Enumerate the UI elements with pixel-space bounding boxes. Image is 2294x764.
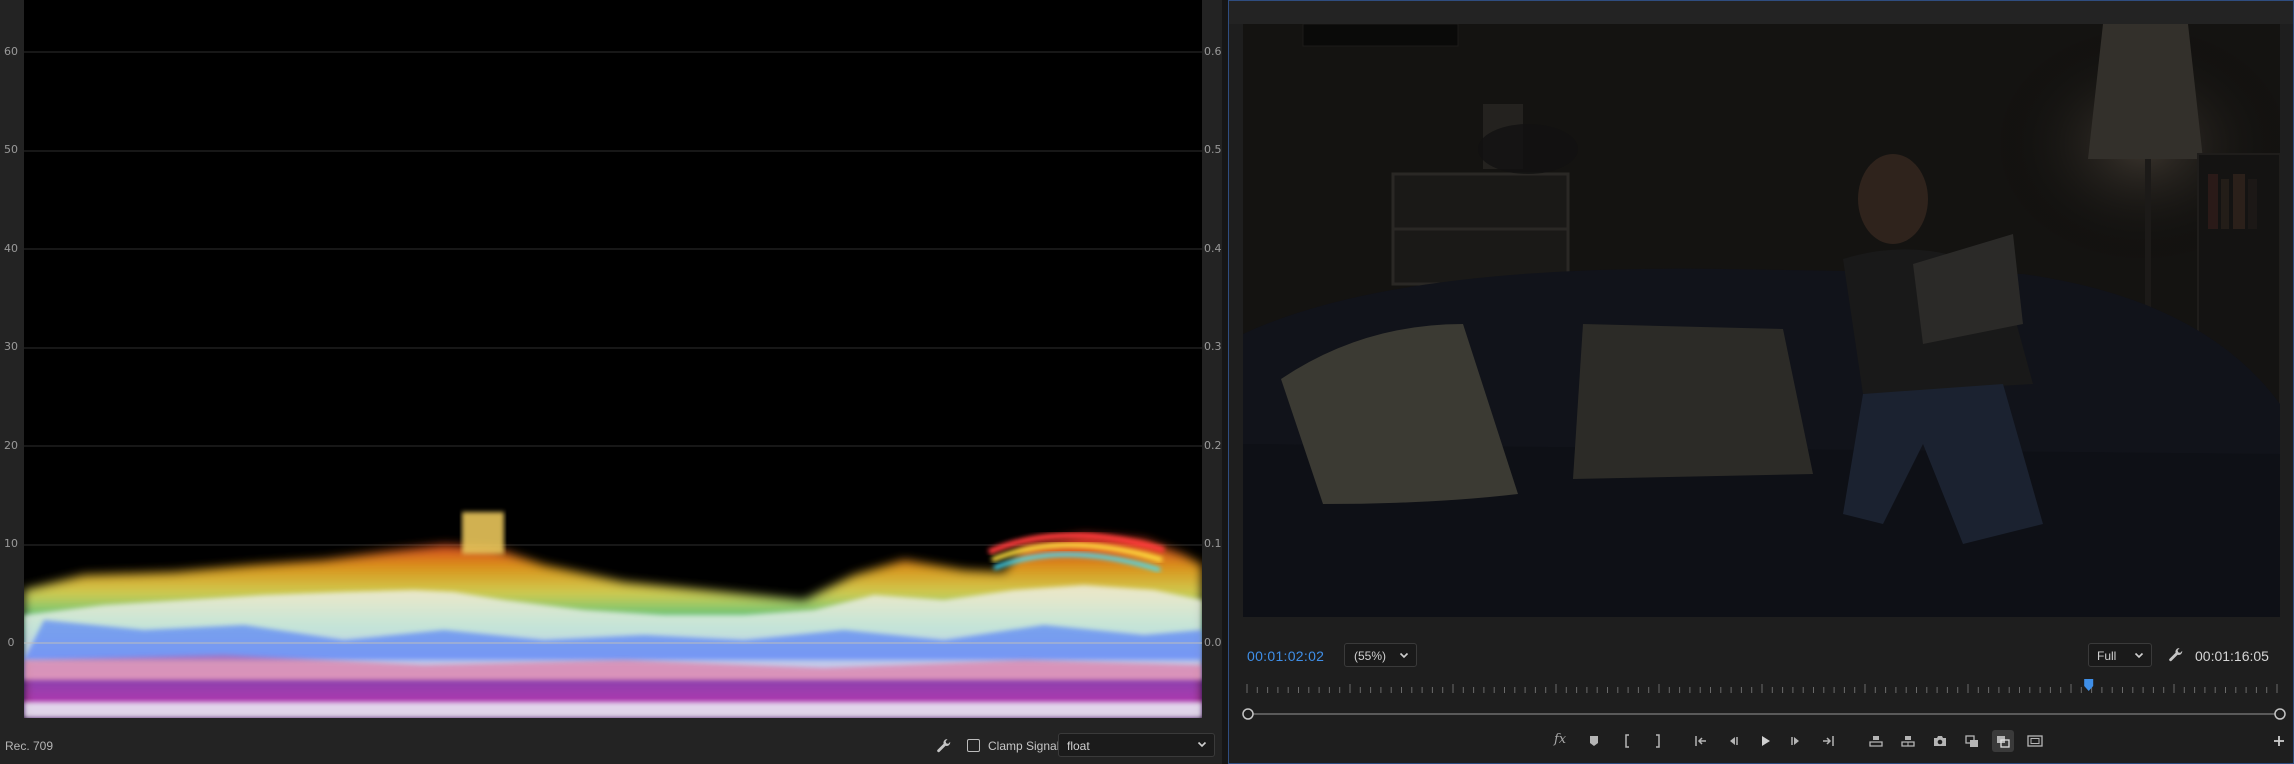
clamp-signal-checkbox[interactable]: [967, 739, 980, 752]
axis-right-label: 0.3: [1204, 340, 1222, 353]
export-frame-icon[interactable]: [1929, 730, 1951, 752]
axis-left-label: 50: [4, 143, 18, 156]
axis-right-label: 0.0: [1204, 636, 1222, 649]
wrench-icon[interactable]: [2167, 646, 2185, 664]
video-frame-image: [1243, 24, 2280, 617]
step-back-icon[interactable]: [1722, 730, 1744, 752]
scope-footer-bar: Rec. 709 Clamp Signal float: [0, 728, 1222, 764]
axis-right-label: 0.5: [1204, 143, 1222, 156]
go-to-in-icon[interactable]: [1690, 730, 1712, 752]
safe-margins-icon[interactable]: [2024, 730, 2046, 752]
play-icon[interactable]: [1754, 730, 1776, 752]
axis-left-label: 20: [4, 439, 18, 452]
axis-right-label: 0.1: [1204, 537, 1222, 550]
lift-icon[interactable]: [1865, 730, 1887, 752]
playback-resolution-dropdown[interactable]: Full: [2088, 643, 2152, 667]
program-monitor-panel: 00:01:02:02 (55%) Full 00:01:16:05 fx: [1229, 0, 2294, 764]
axis-right-label: 0.4: [1204, 242, 1222, 255]
axis-left-label: 40: [4, 242, 18, 255]
add-button-icon[interactable]: [2268, 730, 2290, 752]
comparison-view-icon[interactable]: [1961, 730, 1983, 752]
chevron-down-icon: [1399, 652, 1409, 659]
go-to-out-icon[interactable]: [1817, 730, 1839, 752]
fx-icon[interactable]: fx: [1551, 730, 1573, 752]
clamp-signal-label: Clamp Signal: [988, 739, 1060, 753]
axis-left-label: 30: [4, 340, 18, 353]
wrench-icon[interactable]: [935, 737, 953, 755]
extract-icon[interactable]: [1897, 730, 1919, 752]
mark-in-icon[interactable]: [1616, 730, 1638, 752]
waveform-trace: [24, 512, 1202, 718]
precision-dropdown[interactable]: float: [1058, 733, 1215, 757]
zoom-level-dropdown[interactable]: (55%): [1344, 643, 1417, 667]
video-preview[interactable]: [1243, 24, 2280, 617]
duration-timecode: 00:01:16:05: [2195, 648, 2269, 664]
waveform-graphic: [24, 51, 1202, 718]
axis-left-label: 60: [4, 45, 18, 58]
panel-divider[interactable]: [1222, 0, 1228, 764]
mark-out-icon[interactable]: [1647, 730, 1669, 752]
time-ruler[interactable]: [1243, 676, 2280, 696]
axis-left-label: 10: [4, 537, 18, 550]
transport-controls: fx: [1229, 726, 2294, 758]
axis-left-label: 0: [7, 636, 15, 649]
zoom-value: (55%): [1354, 649, 1387, 663]
colorspace-label: Rec. 709: [5, 739, 54, 753]
step-forward-icon[interactable]: [1785, 730, 1807, 752]
lumetri-scopes-panel: 60 50 40 30 20 10 0 0.6 0.5 0.4 0.3 0.2 …: [0, 0, 1222, 764]
waveform-scope: [24, 0, 1202, 718]
marker-icon[interactable]: [1583, 730, 1605, 752]
toggle-proxies-icon[interactable]: [1992, 730, 2014, 752]
resolution-value: Full: [2097, 649, 2117, 663]
monitor-header: [1229, 0, 2294, 24]
axis-right-label: 0.2: [1204, 439, 1222, 452]
current-timecode[interactable]: 00:01:02:02: [1247, 648, 1324, 664]
axis-right-label: 0.6: [1204, 45, 1222, 58]
chevron-down-icon: [1197, 741, 1207, 748]
zoom-scroll-bar[interactable]: [1241, 706, 2287, 722]
precision-value: float: [1067, 739, 1090, 753]
chevron-down-icon: [2134, 652, 2144, 659]
